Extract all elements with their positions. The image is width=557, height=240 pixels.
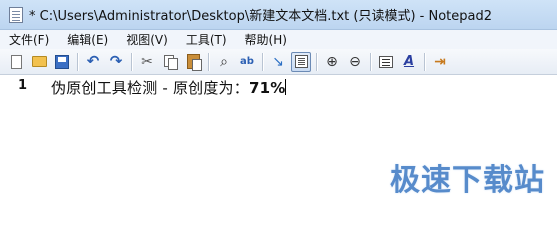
save-button[interactable]	[52, 52, 72, 72]
watermark-logo: 极速下载站	[390, 163, 545, 198]
scheme-button[interactable]	[376, 52, 396, 72]
paste-button[interactable]	[183, 52, 203, 72]
new-file-button[interactable]	[6, 52, 26, 72]
toolbar-separator	[262, 52, 263, 71]
replace-button[interactable]: ab	[237, 52, 257, 72]
font-icon: A	[403, 54, 415, 69]
cut-button[interactable]: ✂	[137, 52, 157, 72]
word-wrap-button[interactable]: ↘	[268, 52, 288, 72]
copy-button[interactable]	[160, 52, 180, 72]
line-number: 1	[18, 78, 28, 93]
menu-bar: 文件(F) 编辑(E) 视图(V) 工具(T) 帮助(H)	[0, 30, 557, 49]
zoom-out-icon: ⊖	[349, 53, 361, 70]
editor-area[interactable]: 1 伪原创工具检测 - 原创度为：71% 极速下载站	[0, 75, 557, 209]
find-icon: ⌕	[220, 53, 228, 70]
font-button[interactable]: A	[399, 52, 419, 72]
title-bar: * C:\Users\Administrator\Desktop\新建文本文档.…	[0, 0, 557, 30]
undo-icon: ↶	[86, 52, 100, 70]
zoom-out-button[interactable]: ⊖	[345, 52, 365, 72]
find-button[interactable]: ⌕	[214, 52, 234, 72]
cut-icon: ✂	[141, 53, 153, 70]
window-title: * C:\Users\Administrator\Desktop\新建文本文档.…	[29, 9, 493, 24]
toolbar: ↶ ↷ ✂ ⌕ ab ↘ ⊕ ⊖ A ⇥	[0, 49, 557, 75]
new-file-icon	[10, 54, 22, 69]
redo-button[interactable]: ↷	[106, 52, 126, 72]
toolbar-separator	[131, 52, 132, 71]
menu-view[interactable]: 视图(V)	[123, 30, 171, 49]
copy-icon	[163, 55, 178, 70]
menu-edit[interactable]: 编辑(E)	[64, 30, 111, 49]
toolbar-separator	[370, 52, 371, 71]
exit-icon: ⇥	[434, 53, 446, 70]
toolbar-separator	[208, 52, 209, 71]
zoom-in-icon: ⊕	[326, 53, 338, 70]
save-icon	[55, 54, 69, 69]
exit-button[interactable]: ⇥	[430, 52, 450, 72]
editor-text: 伪原创工具检测 - 原创度为：	[51, 79, 249, 97]
notepad-icon	[9, 6, 23, 23]
scheme-icon	[379, 55, 393, 68]
zoom-in-button[interactable]: ⊕	[322, 52, 342, 72]
originality-value: 71%	[248, 79, 286, 97]
toolbar-separator	[424, 52, 425, 71]
undo-button[interactable]: ↶	[83, 52, 103, 72]
menu-help[interactable]: 帮助(H)	[242, 30, 290, 49]
open-button[interactable]	[29, 52, 49, 72]
text-caret	[285, 79, 287, 95]
toolbar-separator	[316, 52, 317, 71]
view-whitespace-button[interactable]	[291, 51, 311, 72]
toolbar-separator	[77, 52, 78, 71]
line-number-gutter: 1	[0, 75, 42, 209]
word-wrap-icon: ↘	[272, 53, 284, 70]
paste-icon	[186, 54, 202, 71]
view-whitespace-icon	[294, 55, 308, 68]
editor-line[interactable]: 伪原创工具检测 - 原创度为：71%	[51, 77, 287, 98]
menu-tools[interactable]: 工具(T)	[183, 30, 230, 49]
menu-file[interactable]: 文件(F)	[6, 30, 52, 49]
redo-icon: ↷	[109, 52, 123, 70]
open-folder-icon	[31, 56, 47, 67]
replace-icon: ab	[240, 55, 254, 67]
